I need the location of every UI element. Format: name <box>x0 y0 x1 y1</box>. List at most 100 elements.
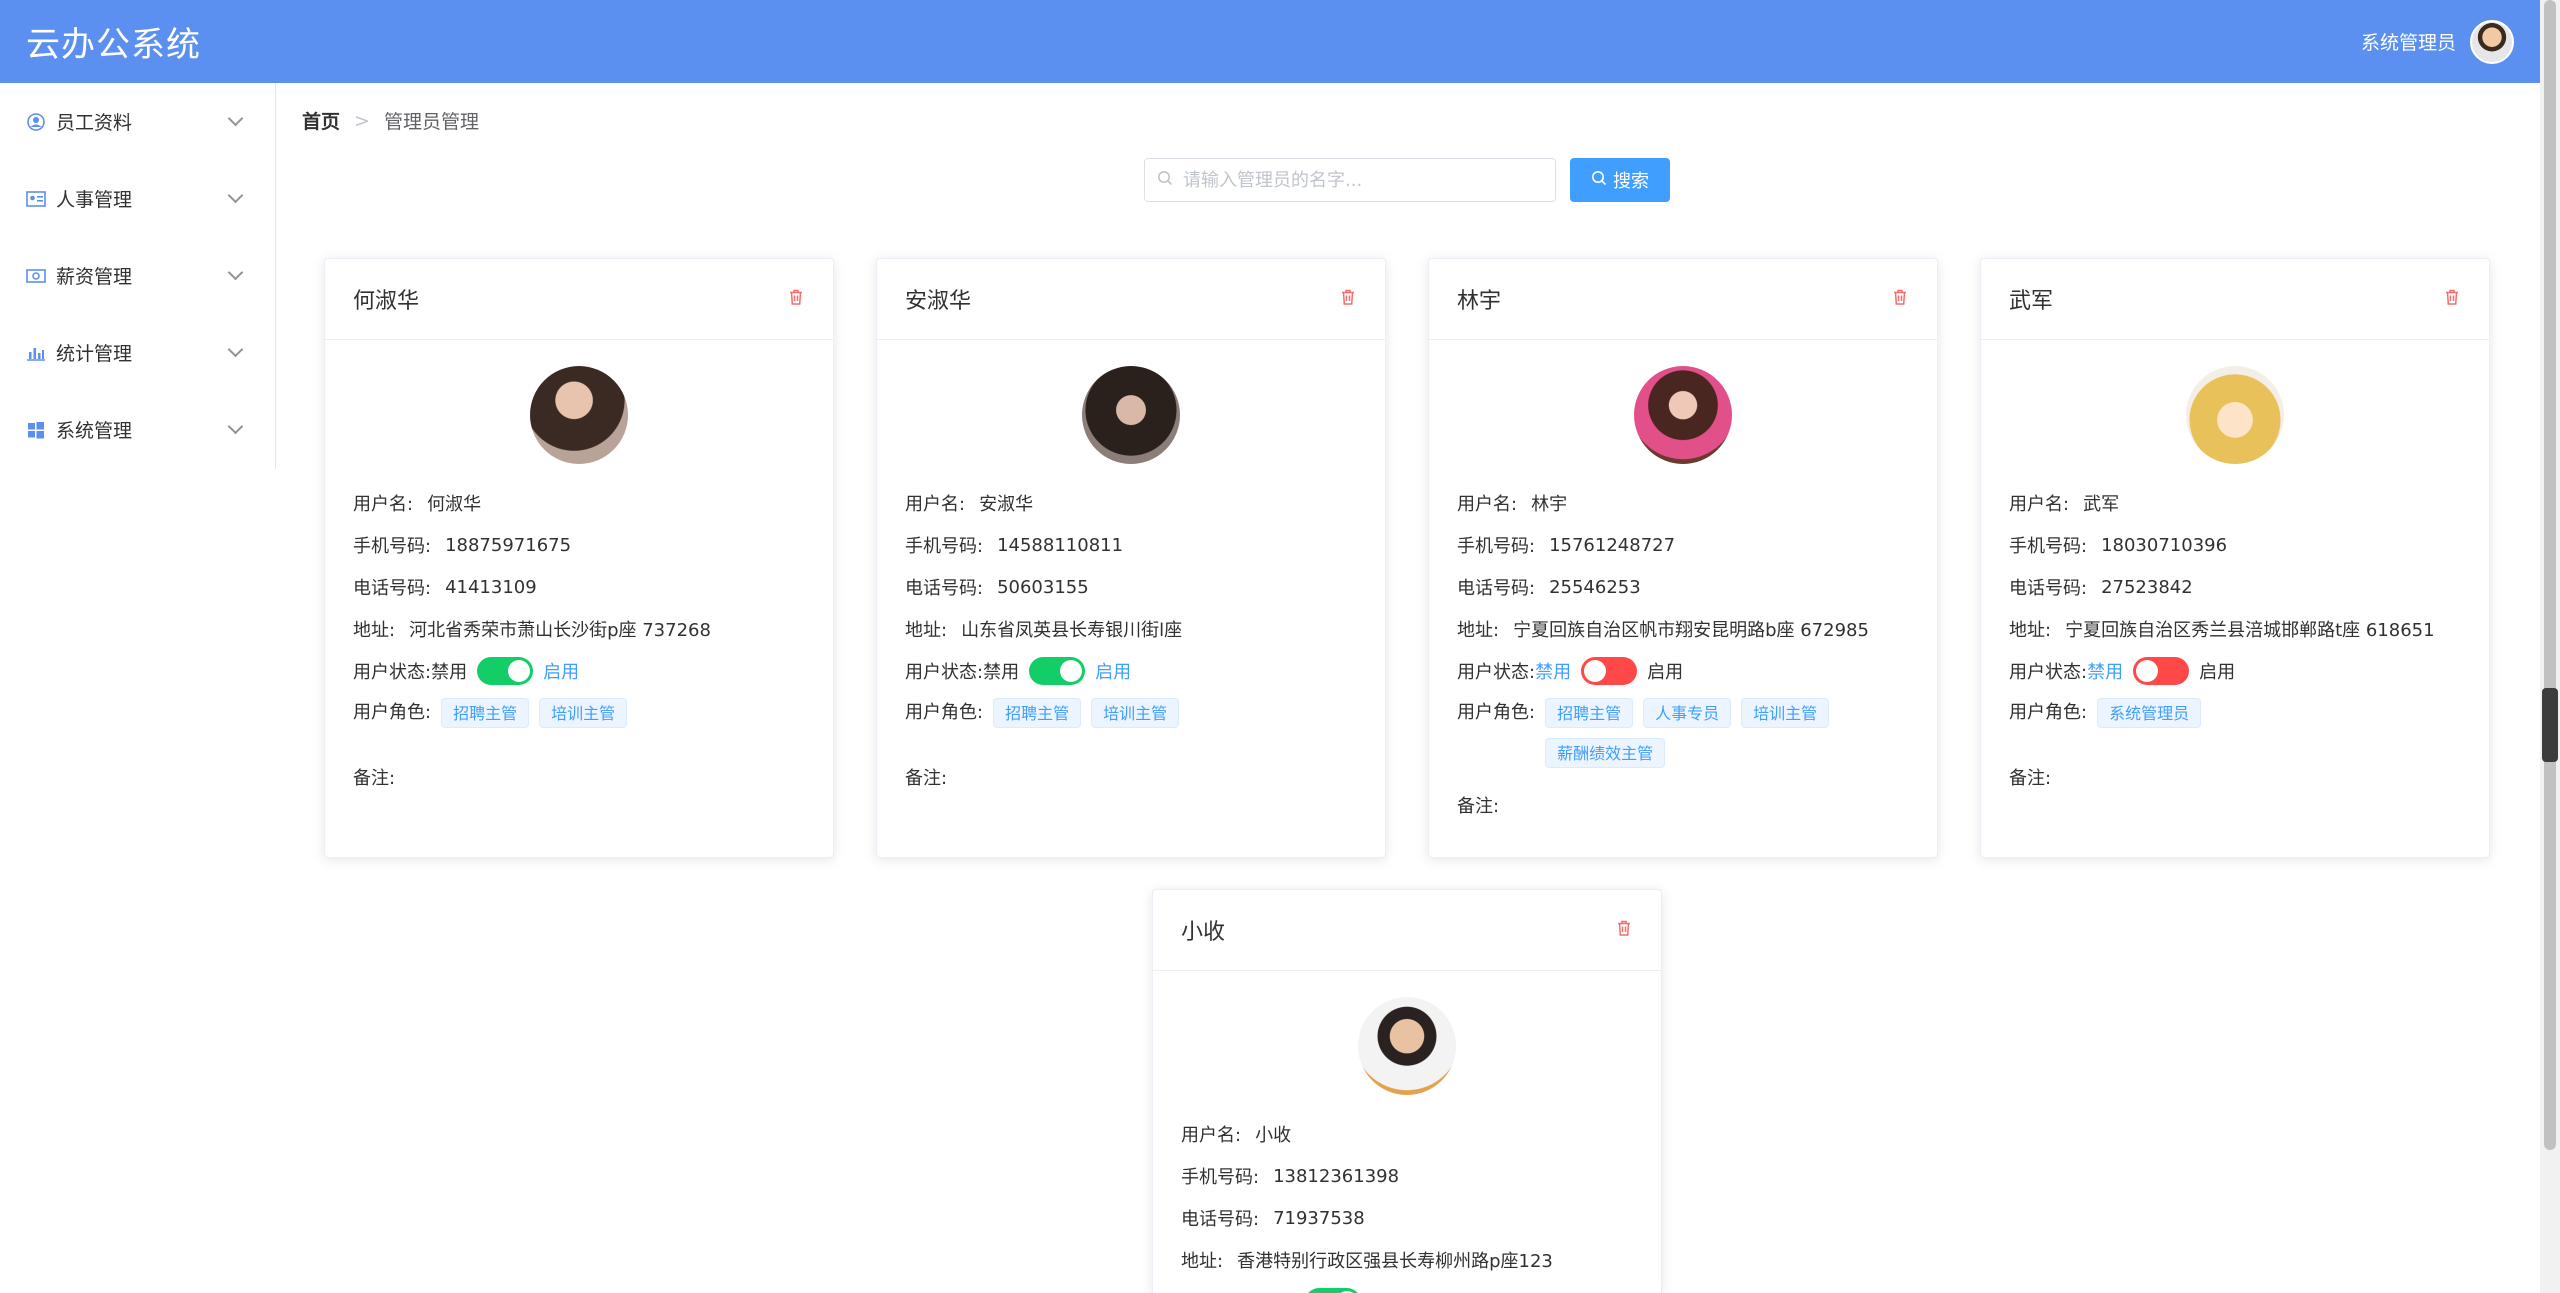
phone-row: 电话号码: 25546253 <box>1457 566 1909 608</box>
admin-avatar <box>1358 997 1456 1095</box>
breadcrumb-home[interactable]: 首页 <box>302 107 340 134</box>
address-label: 地址: <box>905 620 948 641</box>
status-row: 用户状态: 禁用 启用 <box>2009 650 2461 692</box>
status-toggle[interactable] <box>1305 1288 1362 1293</box>
trash-icon <box>787 288 805 310</box>
search-icon <box>1591 170 1607 191</box>
status-enabled-text: 启用 <box>1095 662 1132 683</box>
remark-row: 备注: <box>1457 784 1909 826</box>
scrollbar-thumb[interactable] <box>2544 0 2556 1150</box>
user-avatar[interactable] <box>2470 19 2514 64</box>
card-header: 何淑华 <box>325 259 833 340</box>
phone-label: 电话号码: <box>353 578 432 599</box>
status-row: 用户状态: 禁用 启用 <box>905 650 1357 692</box>
user-menu[interactable]: 系统管理员 <box>2361 19 2514 64</box>
username-label: 用户名: <box>1181 1125 1242 1146</box>
status-toggle[interactable] <box>2133 657 2190 685</box>
sidebar-item-salary[interactable]: 薪资管理 <box>0 237 275 314</box>
sidebar-item-label: 统计管理 <box>56 343 133 365</box>
admin-card: 小收 用户名: 小收 手机号码: 13812361398 电话号码: 71937538… <box>1152 889 1662 1293</box>
roles-row: 用户角色: 招聘主管 培训主管 <box>353 692 805 740</box>
role-tag: 薪酬绩效主管 <box>1545 738 1666 768</box>
phone-row: 电话号码: 27523842 <box>2009 566 2461 608</box>
page-scrollbar[interactable] <box>2540 0 2560 1293</box>
remark-row: 备注: <box>2009 756 2461 798</box>
admin-name: 小收 <box>1181 920 1226 945</box>
status-disabled-text: 禁用 <box>983 662 1020 683</box>
search-button-label: 搜索 <box>1613 171 1649 192</box>
roles-label: 用户角色: <box>2009 702 2088 723</box>
sidebar-item-system[interactable]: 系统管理 <box>0 391 275 468</box>
status-disabled-text: 禁用 <box>1259 1289 1295 1293</box>
admin-card: 武军 用户名: 武军 手机号码: 18030710396 电话号码: 27523842… <box>1980 258 2490 858</box>
mobile-label: 手机号码: <box>2009 536 2088 557</box>
username-row: 用户名: 安淑华 <box>905 482 1357 524</box>
sidebar-item-label: 薪资管理 <box>56 266 133 288</box>
status-enabled-text: 启用 <box>1371 1289 1407 1293</box>
mobile-label: 手机号码: <box>353 536 432 557</box>
status-enabled-text: 启用 <box>1647 662 1684 683</box>
role-tag: 人事专员 <box>1643 698 1732 728</box>
status-row: 用户状态: 禁用 启用 <box>1457 650 1909 692</box>
sidebar-item-employee[interactable]: 员工资料 <box>0 83 275 160</box>
delete-admin-button[interactable] <box>1339 288 1357 310</box>
roles-row: 用户角色: 招聘主管 培训主管 <box>905 692 1357 740</box>
money-icon <box>26 266 46 286</box>
address-row: 地址: 香港特别行政区强县长寿柳州路p座123 <box>1181 1239 1633 1281</box>
delete-admin-button[interactable] <box>1891 288 1909 310</box>
admin-avatar <box>2186 366 2284 464</box>
mobile-value: 18030710396 <box>2101 534 2228 556</box>
card-header: 安淑华 <box>877 259 1385 340</box>
address-label: 地址: <box>353 620 396 641</box>
admin-name: 林宇 <box>1457 289 1502 314</box>
role-tag: 招聘主管 <box>441 698 530 728</box>
sidebar-item-personnel[interactable]: 人事管理 <box>0 160 275 237</box>
chevron-down-icon <box>227 418 244 435</box>
address-label: 地址: <box>1457 620 1500 641</box>
status-label: 用户状态: <box>353 662 432 683</box>
roles-row: 用户角色: 系统管理员 <box>2009 692 2461 740</box>
address-value: 宁夏回族自治区帆市翔安昆明路b座 672985 <box>1513 620 1869 641</box>
search-icon <box>1157 170 1173 190</box>
status-enabled-text: 启用 <box>543 662 580 683</box>
scrollbar-marker <box>2542 688 2558 762</box>
delete-admin-button[interactable] <box>1615 919 1633 941</box>
status-label: 用户状态: <box>1457 662 1536 683</box>
bar-chart-icon <box>26 343 46 363</box>
delete-admin-button[interactable] <box>787 288 805 310</box>
phone-row: 电话号码: 50603155 <box>905 566 1357 608</box>
status-toggle[interactable] <box>1029 657 1086 685</box>
address-label: 地址: <box>2009 620 2052 641</box>
mobile-label: 手机号码: <box>1181 1167 1260 1188</box>
status-toggle[interactable] <box>1581 657 1638 685</box>
address-value: 山东省凤英县长寿银川街l座 <box>961 620 1183 641</box>
phone-row: 电话号码: 71937538 <box>1181 1197 1633 1239</box>
address-value: 河北省秀荣市萧山长沙街p座 737268 <box>409 620 711 641</box>
chevron-down-icon <box>227 110 244 127</box>
username-value: 安淑华 <box>979 494 1034 515</box>
phone-label: 电话号码: <box>1181 1209 1260 1230</box>
status-row: 用户状态: 禁用 启用 <box>1181 1281 1633 1293</box>
admin-name: 安淑华 <box>905 289 972 314</box>
status-disabled-text: 禁用 <box>1535 662 1572 683</box>
status-label: 用户状态: <box>905 662 984 683</box>
phone-label: 电话号码: <box>905 578 984 599</box>
role-tag: 培训主管 <box>1091 698 1180 728</box>
delete-admin-button[interactable] <box>2443 288 2461 310</box>
admin-avatar <box>530 366 628 464</box>
search-input[interactable] <box>1181 168 1543 192</box>
address-row: 地址: 宁夏回族自治区秀兰县涪城邯郸路t座 618651 <box>2009 608 2461 650</box>
username-value: 武军 <box>2083 494 2120 515</box>
username-value: 何淑华 <box>427 494 482 515</box>
role-tag: 培训主管 <box>539 698 628 728</box>
admin-avatar <box>1082 366 1180 464</box>
user-circle-icon <box>26 112 46 132</box>
username-label: 用户名: <box>1457 494 1518 515</box>
search-button[interactable]: 搜索 <box>1570 158 1670 202</box>
sidebar-item-statistics[interactable]: 统计管理 <box>0 314 275 391</box>
status-disabled-text: 禁用 <box>2087 662 2124 683</box>
status-toggle[interactable] <box>477 657 534 685</box>
sidebar-item-label: 人事管理 <box>56 189 133 211</box>
username-label: 用户名: <box>353 494 414 515</box>
phone-row: 电话号码: 41413109 <box>353 566 805 608</box>
